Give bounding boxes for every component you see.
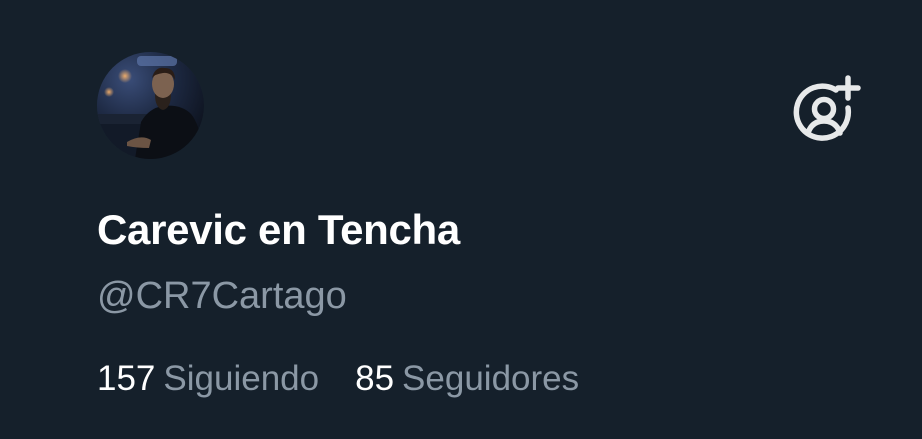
followers-label: Seguidores bbox=[402, 359, 580, 398]
person-add-icon bbox=[793, 75, 861, 141]
following-label: Siguiendo bbox=[163, 359, 320, 398]
profile-card: Carevic en Tencha @CR7Cartago 157 Siguien… bbox=[0, 0, 922, 439]
follow-stats: 157 Siguiendo 85 Seguidores bbox=[97, 357, 579, 401]
display-name: Carevic en Tencha bbox=[97, 206, 460, 253]
avatar-image bbox=[97, 52, 204, 159]
username-handle: @CR7Cartago bbox=[97, 275, 347, 317]
avatar[interactable] bbox=[97, 52, 204, 159]
following-link[interactable]: 157 Siguiendo bbox=[97, 357, 319, 401]
following-count: 157 bbox=[97, 359, 156, 398]
add-account-button[interactable] bbox=[792, 74, 864, 146]
followers-count: 85 bbox=[355, 359, 395, 398]
followers-link[interactable]: 85 Seguidores bbox=[355, 357, 579, 401]
